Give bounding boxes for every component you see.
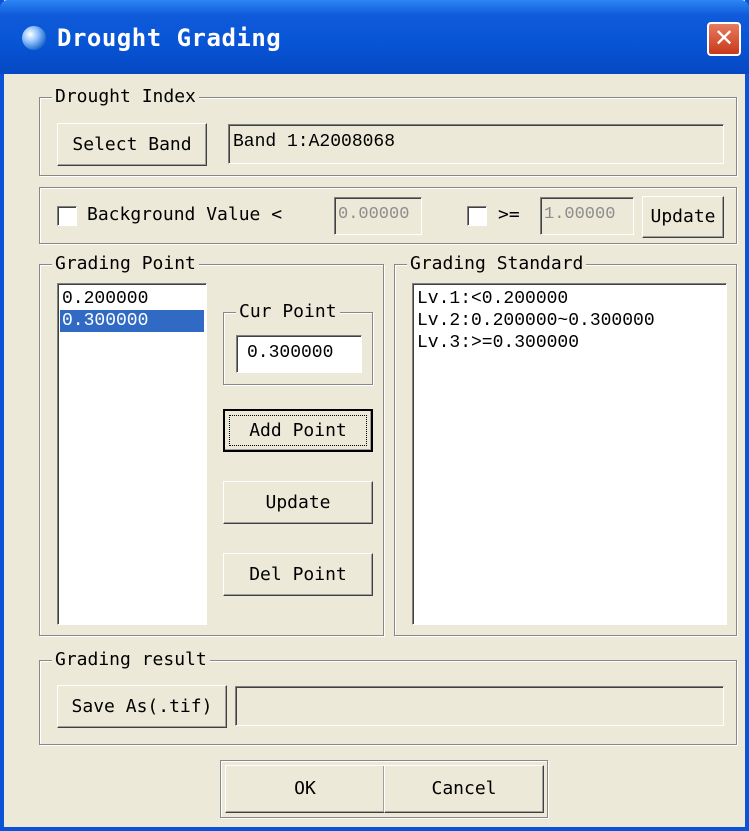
update-point-button[interactable]: Update [223,481,373,524]
save-as-button[interactable]: Save As(.tif) [57,685,227,728]
background-value-label: Background Value < [87,204,283,225]
greater-equal-label: >= [498,204,520,225]
drought-grading-dialog: Drought Grading ✕ Drought Index Select B… [0,0,749,831]
cancel-label: Cancel [431,778,497,799]
grading-standard-textbox[interactable]: Lv.1:<0.200000 Lv.2:0.200000~0.300000 Lv… [412,283,727,625]
add-point-button[interactable]: Add Point [223,409,373,452]
grading-point-legend: Grading Point [52,253,199,274]
cur-point-value: 0.300000 [247,343,334,363]
grading-standard-line: Lv.3:>=0.300000 [417,333,580,353]
background-less-field[interactable]: 0.00000 [334,197,422,235]
close-button[interactable]: ✕ [707,22,741,56]
select-band-button[interactable]: Select Band [57,123,207,166]
band-value: Band 1:A2008068 [233,132,396,152]
cur-point-input[interactable]: 0.300000 [236,335,362,373]
background-ge-field[interactable]: 1.00000 [540,197,634,235]
grading-result-group: Grading result Save As(.tif) [39,649,737,745]
close-icon: ✕ [713,24,735,52]
ok-button[interactable]: OK [225,765,385,813]
del-point-button[interactable]: Del Point [223,553,373,596]
grading-standard-line: Lv.1:<0.200000 [417,289,569,309]
ok-label: OK [294,778,316,799]
grading-point-item: 0.200000 [62,289,149,309]
grading-standard-group: Grading Standard Lv.1:<0.200000 Lv.2:0.2… [394,253,737,636]
drought-index-legend: Drought Index [52,86,199,107]
grading-standard-legend: Grading Standard [407,253,587,274]
save-as-label: Save As(.tif) [71,696,213,717]
window-title: Drought Grading [57,24,282,52]
background-value-checkbox[interactable] [57,206,77,226]
greater-equal-checkbox[interactable] [467,206,487,226]
cur-point-legend: Cur Point [236,301,340,322]
grading-point-group: Grading Point 0.200000 0.300000 Cur Poin… [39,253,384,636]
background-value-group: Background Value < 0.00000 >= 1.00000 Up… [39,187,737,244]
grading-point-list[interactable]: 0.200000 0.300000 [57,283,207,625]
background-ge-value: 1.00000 [544,205,616,224]
drought-index-group: Drought Index Select Band Band 1:A200806… [39,86,737,176]
select-band-label: Select Band [72,134,192,155]
list-item[interactable]: 0.300000 [60,310,204,332]
list-item[interactable]: 0.200000 [60,288,204,310]
del-point-label: Del Point [249,564,347,585]
background-less-value: 0.00000 [338,205,410,224]
grading-standard-line: Lv.2:0.200000~0.300000 [417,311,655,331]
background-update-label: Update [650,206,716,227]
band-field: Band 1:A2008068 [228,124,724,164]
grading-point-item: 0.300000 [62,311,149,331]
update-point-label: Update [265,492,331,513]
globe-icon [22,26,46,50]
result-path-field[interactable] [235,686,724,726]
title-bar[interactable]: Drought Grading ✕ [0,0,749,74]
background-update-button[interactable]: Update [642,196,724,238]
cur-point-group: Cur Point 0.300000 [223,301,373,385]
focus-rectangle [229,415,367,446]
grading-result-legend: Grading result [52,649,210,670]
cancel-button[interactable]: Cancel [384,765,544,813]
